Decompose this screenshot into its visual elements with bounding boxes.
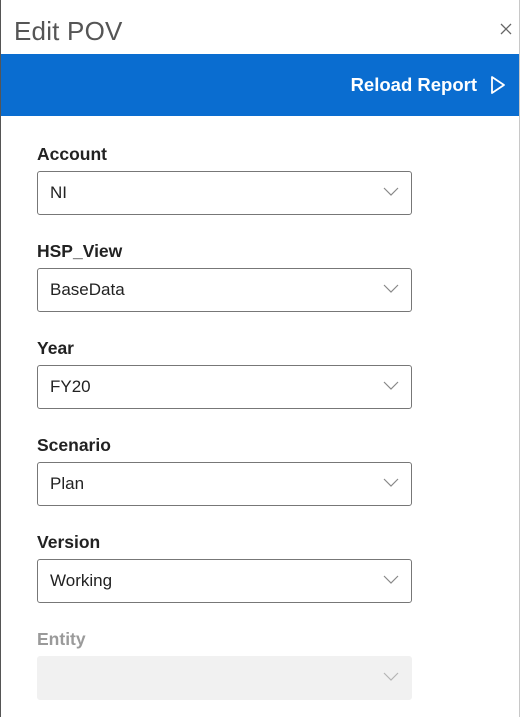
version-select[interactable]: Working (37, 559, 412, 603)
chevron-down-icon (383, 187, 399, 196)
hsp-view-value: BaseData (50, 280, 125, 299)
dialog-title: Edit POV (14, 16, 123, 46)
year-select[interactable]: FY20 (37, 365, 412, 409)
reload-report-button[interactable]: Reload Report (351, 54, 507, 116)
dialog-titlebar: Edit POV (1, 0, 519, 54)
close-icon[interactable] (499, 22, 513, 36)
field-label-account: Account (37, 144, 107, 164)
chevron-down-icon (383, 284, 399, 293)
reload-report-label: Reload Report (350, 74, 477, 95)
account-select[interactable]: NI (37, 171, 412, 215)
version-value: Working (50, 571, 113, 590)
field-account: Account NI (37, 140, 519, 215)
year-value: FY20 (50, 377, 91, 396)
play-icon (491, 76, 505, 94)
chevron-down-icon (383, 672, 399, 681)
hsp-view-select[interactable]: BaseData (37, 268, 412, 312)
field-version: Version Working (37, 528, 519, 603)
chevron-down-icon (383, 575, 399, 584)
field-label-scenario: Scenario (37, 435, 111, 455)
field-label-year: Year (37, 338, 74, 358)
chevron-down-icon (383, 478, 399, 487)
field-label-entity: Entity (37, 629, 86, 649)
account-value: NI (50, 183, 67, 202)
scenario-value: Plan (50, 474, 85, 493)
scenario-select[interactable]: Plan (37, 462, 412, 506)
field-year: Year FY20 (37, 334, 519, 409)
pov-form: Account NI HSP_View BaseData Year FY20 S… (1, 116, 519, 700)
field-hsp-view: HSP_View BaseData (37, 237, 519, 312)
chevron-down-icon (383, 381, 399, 390)
field-label-version: Version (37, 532, 101, 552)
field-scenario: Scenario Plan (37, 431, 519, 506)
reload-toolbar: Reload Report (1, 54, 519, 116)
field-entity: Entity (37, 625, 519, 700)
entity-select (37, 656, 412, 700)
edit-pov-dialog: Edit POV Reload Report Account NI HSP_Vi… (0, 0, 520, 717)
field-label-hsp-view: HSP_View (37, 241, 123, 261)
